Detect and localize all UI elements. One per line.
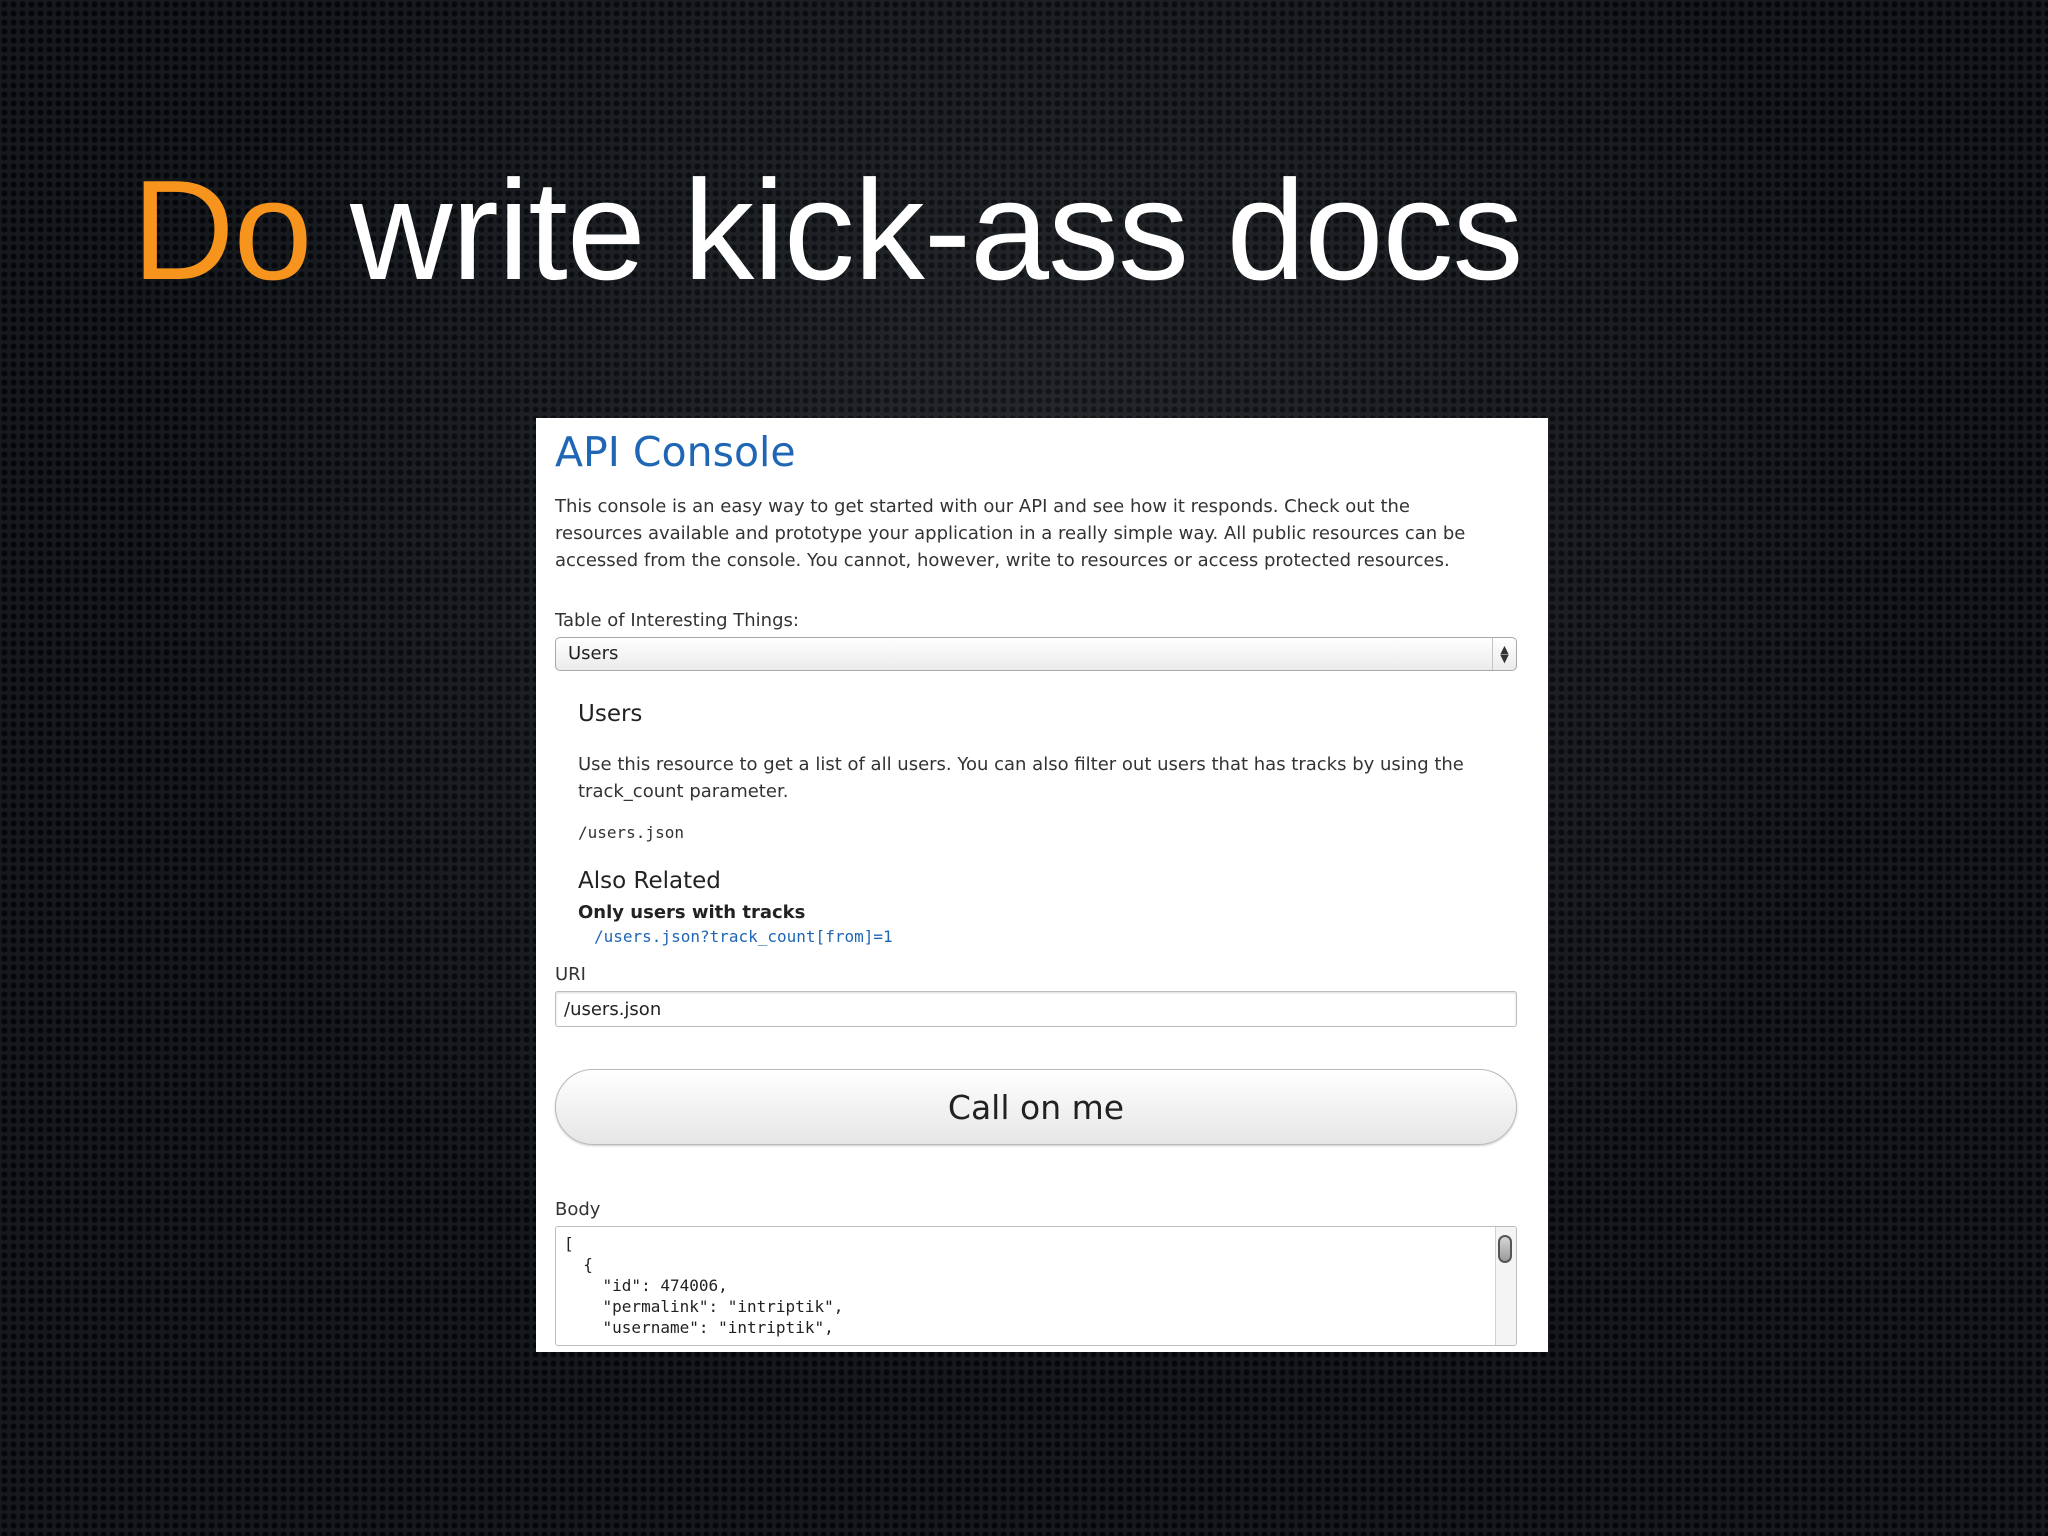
resource-section: Users Use this resource to get a list of… — [555, 701, 1518, 946]
table-select-value: Users — [568, 643, 619, 665]
table-select[interactable]: Users ▲ ▼ — [555, 637, 1517, 672]
related-link[interactable]: /users.json?track_count[from]=1 — [594, 927, 1518, 946]
body-scrollbar[interactable] — [1495, 1227, 1516, 1346]
table-label: Table of Interesting Things: — [555, 610, 799, 632]
body-label: Body — [555, 1199, 601, 1221]
api-console-screenshot: API Console This console is an easy way … — [536, 418, 1548, 1352]
console-title: API Console — [555, 428, 796, 476]
select-arrows-icon: ▲ ▼ — [1492, 638, 1516, 671]
body-text: [ { "id": 474006, "permalink": "intripti… — [564, 1234, 844, 1338]
body-textarea[interactable]: [ { "id": 474006, "permalink": "intripti… — [555, 1226, 1517, 1347]
resource-heading: Users — [578, 701, 643, 728]
resource-path: /users.json — [578, 823, 684, 843]
scroll-thumb[interactable] — [1498, 1235, 1512, 1264]
call-on-me-button[interactable]: Call on me — [555, 1069, 1517, 1146]
console-intro: This console is an easy way to get start… — [555, 496, 1466, 572]
uri-input[interactable] — [555, 991, 1517, 1028]
slide-title-rest: write kick-ass docs — [311, 151, 1523, 310]
related-title: Only users with tracks — [578, 902, 806, 924]
slide-title-accent: Do — [132, 151, 313, 310]
slide-title: Do write kick-ass docs — [132, 160, 1523, 302]
related-heading: Also Related — [578, 868, 721, 895]
resource-description: Use this resource to get a list of all u… — [578, 754, 1464, 803]
uri-label: URI — [555, 964, 586, 986]
